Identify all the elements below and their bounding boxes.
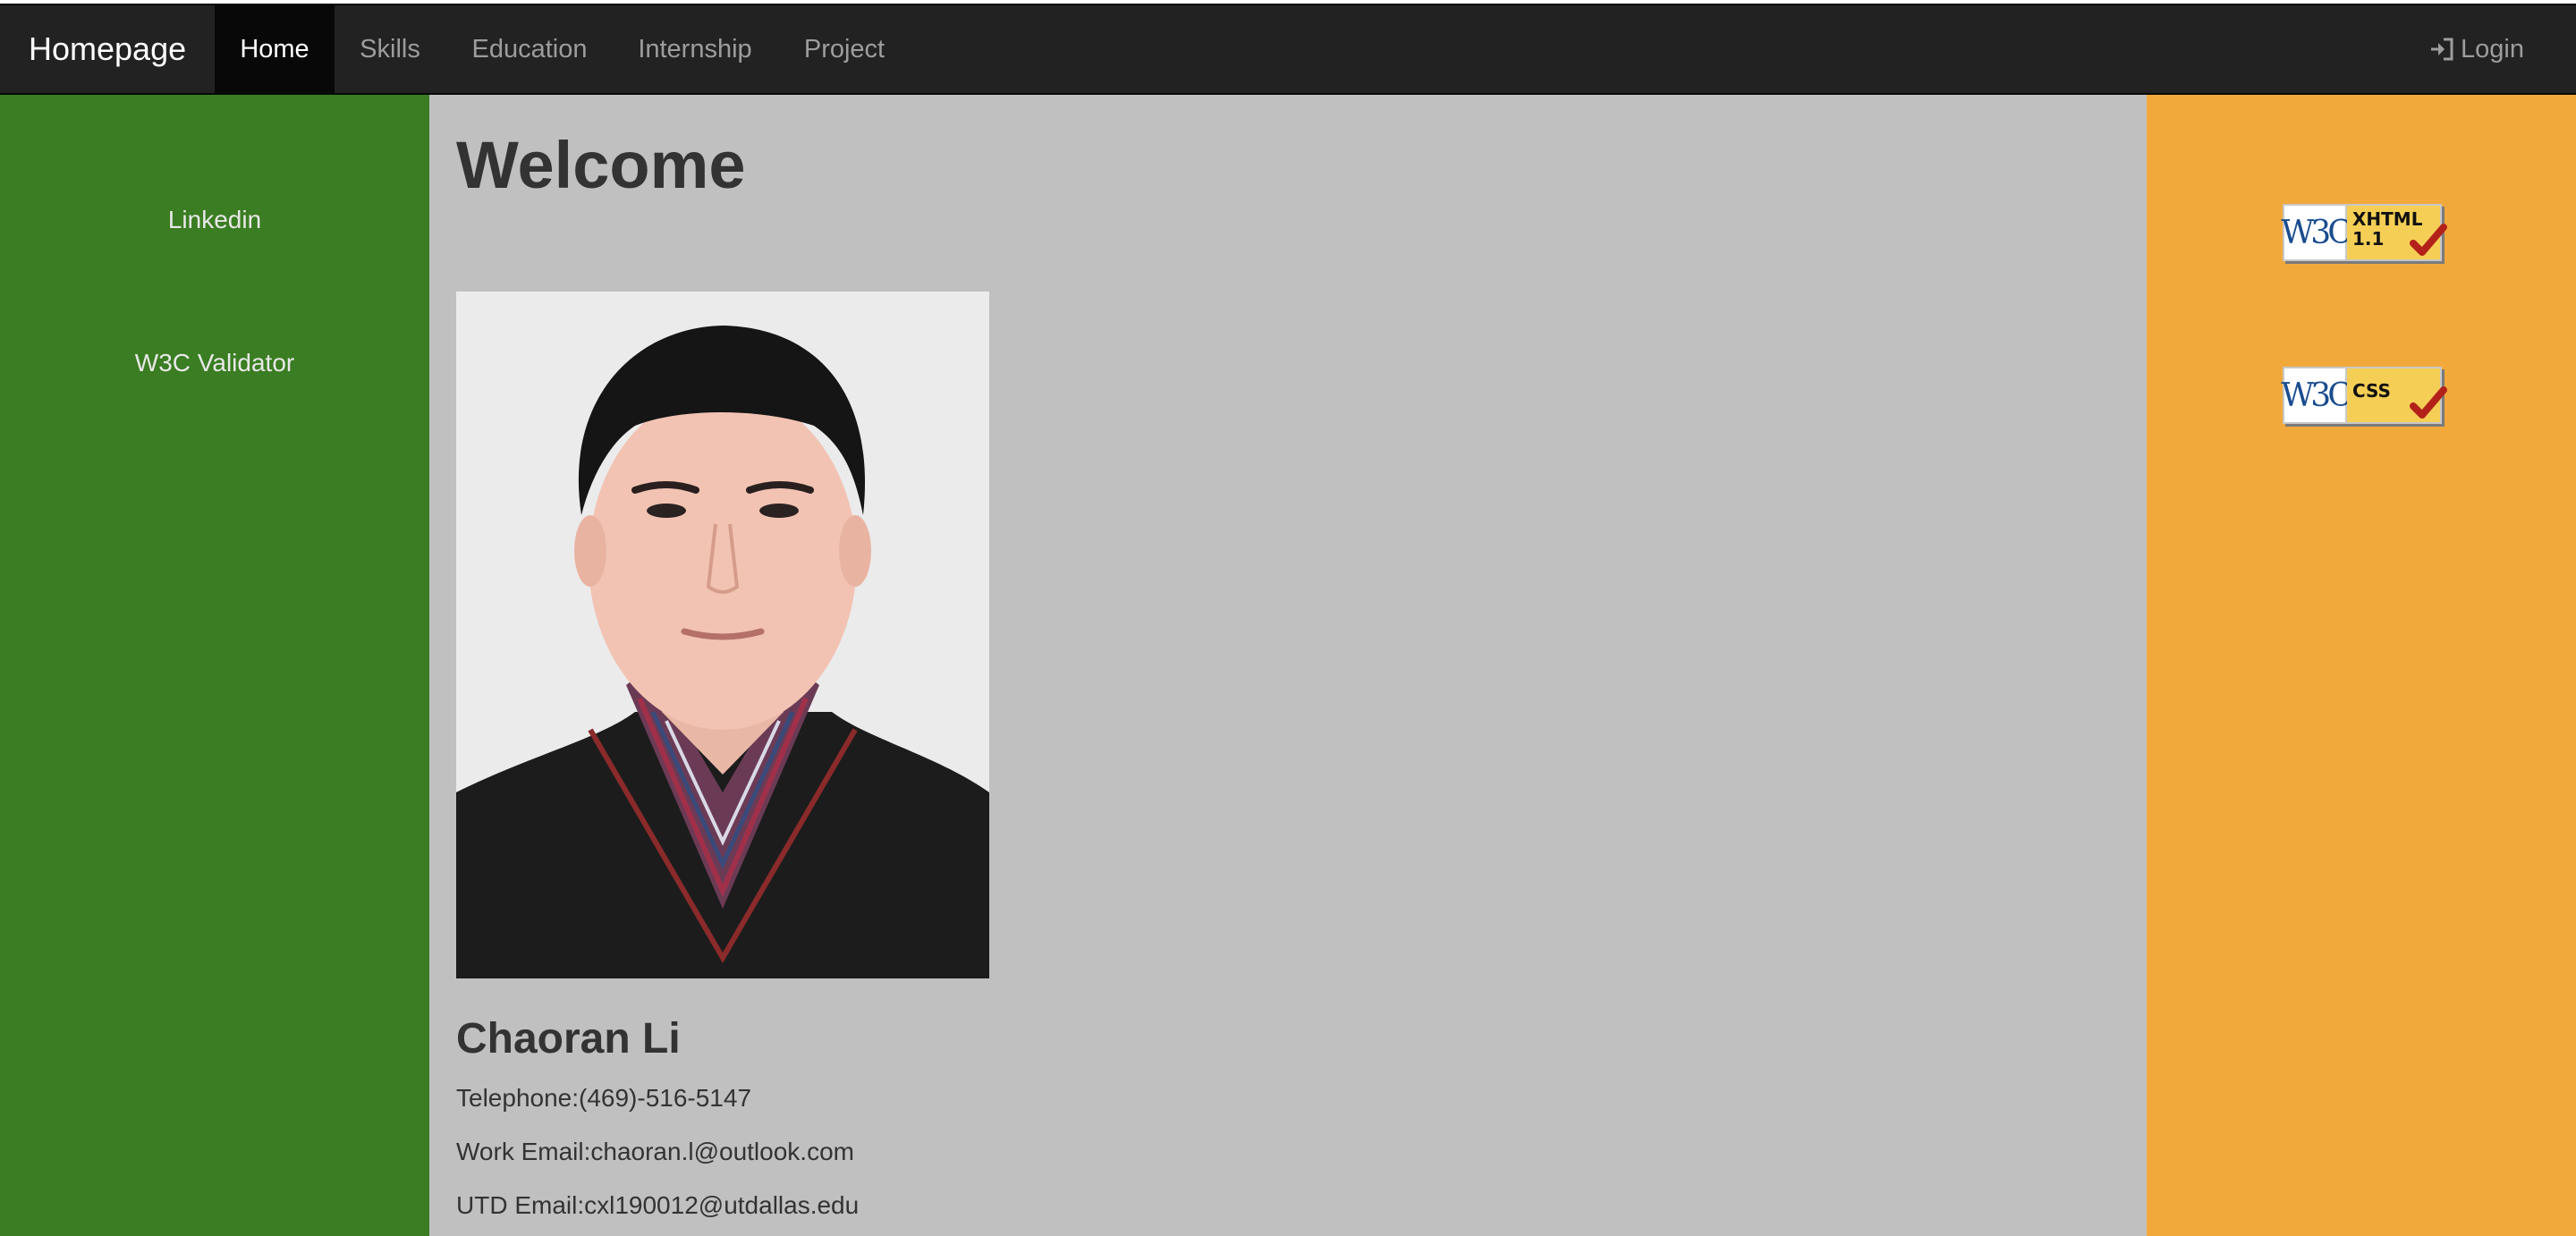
nav-project[interactable]: Project bbox=[776, 5, 912, 93]
sidebar-link-w3c-validator[interactable]: W3C Validator bbox=[0, 349, 429, 377]
contact-telephone: Telephone:(469)-516-5147 bbox=[456, 1084, 752, 1112]
check-icon bbox=[2408, 222, 2447, 265]
w3c-css-badge[interactable]: W3C CSS bbox=[2281, 367, 2447, 424]
profile-photo bbox=[456, 292, 989, 978]
nav-internship[interactable]: Internship bbox=[614, 5, 776, 93]
log-in-icon bbox=[2428, 37, 2455, 62]
w3c-xhtml-badge[interactable]: W3C XHTML 1.1 bbox=[2281, 204, 2447, 261]
right-sidebar: W3C XHTML 1.1 W3C CSS bbox=[2147, 95, 2576, 1236]
check-icon bbox=[2408, 385, 2447, 428]
welcome-heading: Welcome bbox=[456, 128, 746, 202]
login-link[interactable]: Login bbox=[2428, 5, 2524, 93]
nav-education[interactable]: Education bbox=[445, 5, 614, 93]
contact-work-email: Work Email:chaoran.l@outlook.com bbox=[456, 1138, 854, 1165]
contact-utd-email: UTD Email:cxl190012@utdallas.edu bbox=[456, 1191, 860, 1219]
nav-home[interactable]: Home bbox=[215, 5, 335, 93]
w3c-logo: W3C bbox=[2281, 368, 2352, 422]
main-content: Welcome Chaoran Li Telephone:(469)-516-5… bbox=[429, 95, 2147, 1236]
w3c-logo: W3C bbox=[2281, 206, 2352, 259]
sidebar-link-linkedin[interactable]: Linkedin bbox=[0, 206, 429, 234]
top-navbar: Homepage Home Skills Education Internshi… bbox=[0, 4, 2576, 95]
left-sidebar: Linkedin W3C Validator bbox=[0, 95, 429, 1236]
nav-skills[interactable]: Skills bbox=[335, 5, 445, 93]
page: Homepage Home Skills Education Internshi… bbox=[0, 0, 2576, 1236]
navbar-brand[interactable]: Homepage bbox=[29, 5, 186, 93]
person-name: Chaoran Li bbox=[456, 1015, 681, 1062]
login-label: Login bbox=[2461, 35, 2524, 63]
